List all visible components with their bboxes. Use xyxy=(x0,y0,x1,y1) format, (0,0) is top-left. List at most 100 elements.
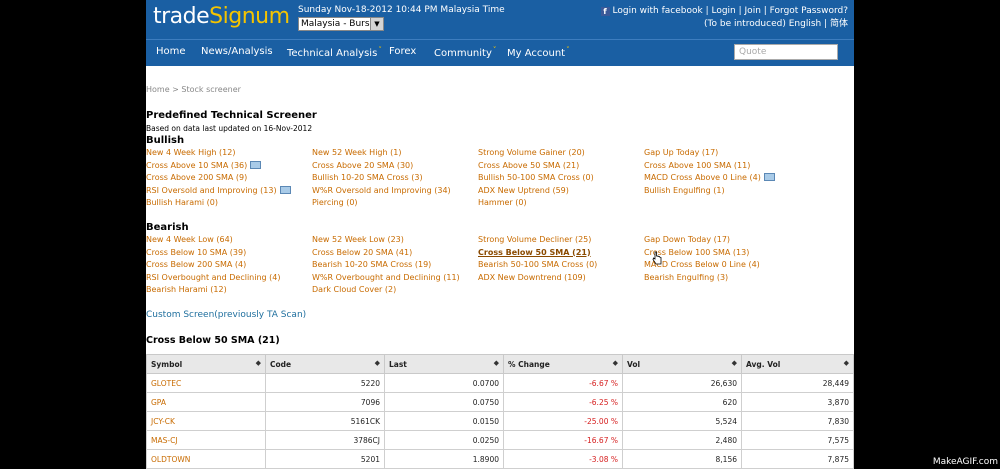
screener-link[interactable]: ADX New Downtrend (109) xyxy=(478,273,586,282)
book-icon[interactable] xyxy=(279,185,291,194)
column-header-code[interactable]: Code ◆ xyxy=(265,354,385,374)
results-title: Cross Below 50 SMA (21) xyxy=(146,335,280,346)
nav-my-account[interactable]: My Account˅ xyxy=(507,46,570,59)
table-row[interactable]: JCY-CK 5161CK 0.0150 -25.00 % 5,524 7,830 xyxy=(146,411,854,431)
screener-link[interactable]: Hammer (0) xyxy=(478,198,527,207)
login-facebook-link[interactable]: Login with facebook xyxy=(613,6,703,16)
facebook-icon[interactable]: f xyxy=(600,7,610,16)
language-english-link[interactable]: English xyxy=(789,19,822,29)
separator: | xyxy=(760,6,770,16)
cell-symbol[interactable]: GLOTEC xyxy=(146,373,266,393)
book-icon[interactable] xyxy=(250,160,262,169)
screener-link[interactable]: Cross Above 10 SMA (36) xyxy=(146,160,262,170)
sort-icon[interactable]: ◆ xyxy=(844,359,849,367)
screener-link[interactable]: New 52 Week Low (23) xyxy=(312,235,404,244)
makeagif-watermark: MakeAGIF.com xyxy=(932,457,998,467)
page-subtitle: Based on data last updated on 16-Nov-201… xyxy=(146,124,313,133)
screener-link[interactable]: New 4 Week Low (64) xyxy=(146,235,233,244)
screener-link[interactable]: Bullish 10-20 SMA Cross (3) xyxy=(312,173,423,182)
screener-link[interactable]: Bearish 10-20 SMA Cross (19) xyxy=(312,260,431,269)
cell-symbol[interactable]: OLDTOWN xyxy=(146,449,266,469)
quote-search-input[interactable] xyxy=(734,44,838,60)
screener-link[interactable]: MACD Cross Above 0 Line (4) xyxy=(644,173,775,182)
column-header-avg-vol[interactable]: Avg. Vol ◆ xyxy=(741,354,854,374)
join-link[interactable]: Join xyxy=(745,6,761,16)
screener-link[interactable]: Cross Above 20 SMA (30) xyxy=(312,161,413,170)
column-header-symbol[interactable]: Symbol ◆ xyxy=(146,354,266,374)
screener-link[interactable]: W%R Oversold and Improving (34) xyxy=(312,186,451,195)
screener-link[interactable]: RSI Overbought and Declining (4) xyxy=(146,273,281,282)
screener-link[interactable]: Gap Up Today (17) xyxy=(644,148,718,157)
cell-last: 1.8900 xyxy=(384,449,504,469)
sort-icon[interactable]: ◆ xyxy=(732,359,737,367)
screener-link[interactable]: Piercing (0) xyxy=(312,198,358,207)
cell-symbol[interactable]: GPA xyxy=(146,392,266,412)
screener-link[interactable]: Bullish Engulfing (1) xyxy=(644,186,725,195)
screener-link[interactable]: Cross Below 10 SMA (39) xyxy=(146,248,246,257)
main-nav: Home News/Analysis Technical Analysis˅ F… xyxy=(146,39,854,66)
table-row[interactable]: OLDTOWN 5201 1.8900 -3.08 % 8,156 7,875 xyxy=(146,449,854,469)
screener-link[interactable]: Cross Below 200 SMA (4) xyxy=(146,260,246,269)
login-link[interactable]: Login xyxy=(711,6,735,16)
site-header: tradeSignum Sunday Nov-18-2012 10:44 PM … xyxy=(146,0,854,39)
cell-last: 0.0250 xyxy=(384,430,504,450)
cell-last: 0.0150 xyxy=(384,411,504,431)
column-header-vol[interactable]: Vol ◆ xyxy=(622,354,742,374)
cell-symbol[interactable]: MAS-CJ xyxy=(146,430,266,450)
cell-vol: 620 xyxy=(622,392,742,412)
table-row[interactable]: MAS-CJ 3786CJ 0.0250 -16.67 % 2,480 7,575 xyxy=(146,430,854,450)
web-page: tradeSignum Sunday Nov-18-2012 10:44 PM … xyxy=(146,0,854,469)
sort-icon[interactable]: ◆ xyxy=(256,359,261,367)
language-chinese-link[interactable]: 简体 xyxy=(830,19,848,29)
screener-link[interactable]: Bearish Engulfing (3) xyxy=(644,273,728,282)
cell-avg-vol: 7,875 xyxy=(741,449,854,469)
screener-label: Cross Below 50 SMA (21) xyxy=(478,247,591,257)
table-row[interactable]: GPA 7096 0.0750 -6.25 % 620 3,870 xyxy=(146,392,854,412)
column-label: Code xyxy=(270,359,292,369)
screener-link[interactable]: New 4 Week High (12) xyxy=(146,148,235,157)
nav-home[interactable]: Home xyxy=(156,46,186,57)
screener-label: Dark Cloud Cover (2) xyxy=(312,285,397,294)
screener-link[interactable]: Strong Volume Gainer (20) xyxy=(478,148,585,157)
column-header-change[interactable]: % Change ◆ xyxy=(503,354,623,374)
screener-link[interactable]: Bearish Harami (12) xyxy=(146,285,227,294)
cell-symbol[interactable]: JCY-CK xyxy=(146,411,266,431)
screener-label: Gap Up Today (17) xyxy=(644,148,719,157)
screener-link[interactable]: Dark Cloud Cover (2) xyxy=(312,285,396,294)
cell-last: 0.0750 xyxy=(384,392,504,412)
screener-link[interactable]: Cross Above 200 SMA (9) xyxy=(146,173,247,182)
forgot-password-link[interactable]: Forgot Password? xyxy=(770,6,848,16)
nav-forex-label: Forex xyxy=(389,46,417,57)
screener-link[interactable]: Cross Above 50 SMA (21) xyxy=(478,161,579,170)
book-icon[interactable] xyxy=(763,173,775,181)
column-header-last[interactable]: Last ◆ xyxy=(384,354,504,374)
screener-link[interactable]: Cross Above 100 SMA (11) xyxy=(644,161,750,170)
screener-label: Bearish Engulfing (3) xyxy=(644,272,729,282)
screener-link[interactable]: ADX New Uptrend (59) xyxy=(478,186,569,195)
nav-technical-analysis[interactable]: Technical Analysis˅ xyxy=(287,46,382,59)
nav-forex[interactable]: Forex xyxy=(389,46,416,57)
screener-link[interactable]: RSI Oversold and Improving (13) xyxy=(146,185,291,195)
cell-code: 3786CJ xyxy=(265,430,385,450)
nav-news[interactable]: News/Analysis xyxy=(201,46,273,57)
screener-link[interactable]: W%R Overbought and Declining (11) xyxy=(312,273,460,282)
screener-label: Cross Above 10 SMA (36) xyxy=(146,160,248,170)
sort-icon[interactable]: ◆ xyxy=(613,359,618,367)
nav-community[interactable]: Community˅ xyxy=(434,46,496,59)
screener-link[interactable]: Cross Below 50 SMA (21) xyxy=(478,248,591,257)
market-select[interactable]: Malaysia - Bursa ▼ xyxy=(298,17,384,31)
sort-icon[interactable]: ◆ xyxy=(494,359,499,367)
table-row[interactable]: GLOTEC 5220 0.0700 -6.67 % 26,630 28,449 xyxy=(146,373,854,393)
screener-link[interactable]: Bearish 50-100 SMA Cross (0) xyxy=(478,260,597,269)
screener-label: Cross Above 50 SMA (21) xyxy=(478,160,580,170)
sort-icon[interactable]: ◆ xyxy=(375,359,380,367)
custom-screen-link[interactable]: Custom Screen(previously TA Scan) xyxy=(146,310,306,320)
screener-link[interactable]: Bullish 50-100 SMA Cross (0) xyxy=(478,173,594,182)
screener-link[interactable]: Gap Down Today (17) xyxy=(644,235,730,244)
screener-link[interactable]: New 52 Week High (1) xyxy=(312,148,401,157)
site-logo[interactable]: tradeSignum xyxy=(153,4,290,29)
chevron-down-icon[interactable]: ▼ xyxy=(370,18,383,30)
screener-link[interactable]: Cross Below 20 SMA (41) xyxy=(312,248,412,257)
screener-link[interactable]: Bullish Harami (0) xyxy=(146,198,218,207)
screener-link[interactable]: Strong Volume Decliner (25) xyxy=(478,235,591,244)
